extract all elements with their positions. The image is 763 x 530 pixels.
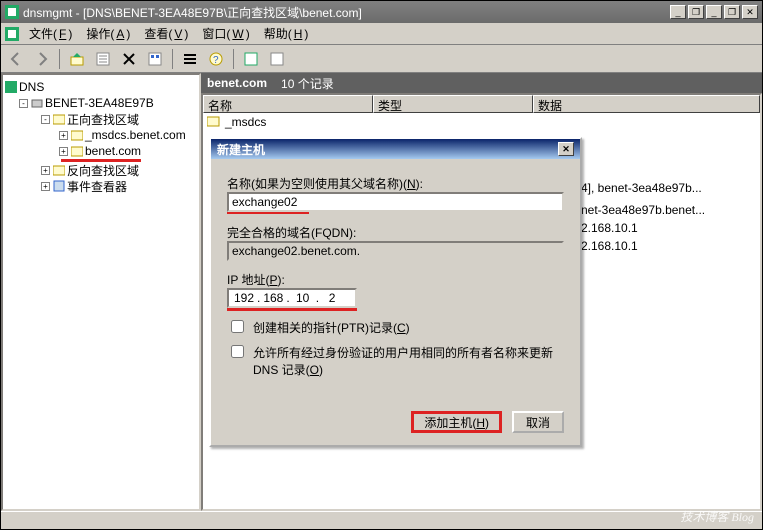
menu-action[interactable]: 操作(A) (82, 23, 134, 44)
expand-icon[interactable]: + (59, 147, 68, 156)
window-title: dnsmgmt - [DNS\BENET-3EA48E97B\正向查找区域\be… (23, 4, 362, 21)
list-view-button[interactable] (179, 48, 201, 70)
ip-label: IP 地址(P): (227, 271, 564, 288)
mmc-window: dnsmgmt - [DNS\BENET-3EA48E97B\正向查找区域\be… (0, 0, 763, 530)
dialog-close-button[interactable]: ✕ (558, 142, 574, 156)
name-input[interactable] (227, 192, 564, 212)
restore-inner-button[interactable]: ❐ (688, 5, 704, 19)
collapse-icon[interactable]: - (41, 115, 50, 124)
col-type[interactable]: 类型 (373, 95, 533, 113)
delete-button[interactable] (118, 48, 140, 70)
menubar: 文件(F) 操作(A) 查看(V) 窗口(W) 帮助(H) (1, 23, 762, 45)
up-button[interactable] (66, 48, 88, 70)
tree-root[interactable]: DNS (5, 79, 197, 95)
menu-window[interactable]: 窗口(W) (198, 23, 253, 44)
new-host-dialog: 新建主机 ✕ 名称(如果为空则使用其父域名称)(N): 完全合格的域名(FQDN… (209, 137, 582, 447)
tree-event-viewer[interactable]: +事件查看器 (5, 178, 197, 194)
expand-icon[interactable]: + (59, 131, 68, 140)
tree-reverse-zones[interactable]: +反向查找区域 (5, 162, 197, 178)
folder-icon (207, 115, 221, 129)
app-icon (5, 5, 19, 19)
tool-button-1[interactable] (240, 48, 262, 70)
result-header-domain: benet.com (207, 76, 267, 90)
scope-tree[interactable]: DNS -BENET-3EA48E97B -正向查找区域 +_msdcs.ben… (1, 73, 201, 511)
tree-forward-zones[interactable]: -正向查找区域 (5, 111, 197, 127)
statusbar (1, 511, 762, 530)
result-header: benet.com 10 个记录 (201, 73, 762, 93)
forward-button[interactable] (31, 48, 53, 70)
add-host-button[interactable]: 添加主机(H) (411, 411, 502, 433)
minimize-button[interactable]: _ (670, 5, 686, 19)
dns-icon (5, 27, 19, 41)
back-button[interactable] (5, 48, 27, 70)
auth-checkbox-box[interactable] (231, 345, 244, 358)
tree-server[interactable]: -BENET-3EA48E97B (5, 95, 197, 111)
annotation-underline (227, 308, 357, 311)
tool-button-2[interactable] (266, 48, 288, 70)
dialog-title: 新建主机 (217, 141, 265, 158)
tree-msdcs[interactable]: +_msdcs.benet.com (5, 127, 197, 143)
separator-icon (59, 49, 60, 69)
expand-icon[interactable]: + (41, 182, 50, 191)
fqdn-label: 完全合格的域名(FQDN): (227, 224, 564, 241)
collapse-icon[interactable]: - (19, 99, 28, 108)
name-label: 名称(如果为空则使用其父域名称)(N): (227, 175, 564, 192)
cell-name: _msdcs (225, 115, 266, 129)
svg-text:?: ? (213, 55, 219, 66)
col-name[interactable]: 名称 (203, 95, 373, 113)
menu-view[interactable]: 查看(V) (140, 23, 192, 44)
maximize-button[interactable]: ❐ (724, 5, 740, 19)
cancel-button[interactable]: 取消 (512, 411, 564, 433)
separator-icon (172, 49, 173, 69)
auth-checkbox[interactable]: 允许所有经过身份验证的用户用相同的所有者名称来更新 DNS 记录(O) (227, 344, 564, 378)
menu-file[interactable]: 文件(F) (25, 23, 76, 44)
ip-input[interactable]: 192. 168. 10. 2 (227, 288, 357, 308)
ptr-checkbox-box[interactable] (231, 320, 244, 333)
help-button[interactable]: ? (205, 48, 227, 70)
peek-data: 4], benet-3ea48e97b... net-3ea48e97b.ben… (577, 95, 760, 255)
refresh-button[interactable] (144, 48, 166, 70)
toolbar: ? (1, 45, 762, 73)
properties-button[interactable] (92, 48, 114, 70)
expand-icon[interactable]: + (41, 166, 50, 175)
minimize-outer-button[interactable]: _ (706, 5, 722, 19)
titlebar: dnsmgmt - [DNS\BENET-3EA48E97B\正向查找区域\be… (1, 1, 762, 23)
menu-help[interactable]: 帮助(H) (260, 23, 313, 44)
separator-icon (233, 49, 234, 69)
fqdn-output (227, 241, 564, 261)
close-button[interactable]: ✕ (742, 5, 758, 19)
dialog-titlebar: 新建主机 ✕ (211, 139, 580, 159)
result-header-count: 10 个记录 (281, 75, 334, 92)
tree-zone-benet[interactable]: +benet.com (5, 143, 197, 159)
ptr-checkbox[interactable]: 创建相关的指针(PTR)记录(C) (227, 319, 564, 336)
